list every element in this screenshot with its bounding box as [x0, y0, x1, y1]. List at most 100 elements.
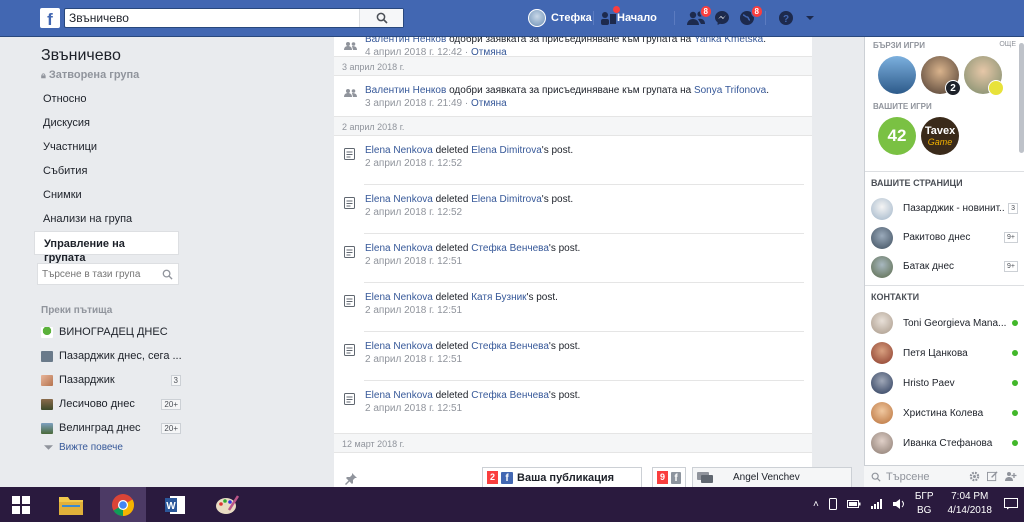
game-thumbnail[interactable] — [964, 56, 1004, 96]
nav-events[interactable]: Събития — [34, 159, 184, 183]
nav-insights[interactable]: Анализи на група — [34, 207, 184, 231]
word-icon: W — [165, 495, 185, 514]
facebook-icon: f — [501, 471, 514, 484]
target-link[interactable]: Elena Dimitrova — [471, 145, 542, 156]
nav-discussion[interactable]: Дискусия — [34, 111, 184, 135]
nav-manage-group[interactable]: Управление на групата — [34, 231, 179, 264]
game-thumbnail[interactable]: 2 — [921, 56, 961, 96]
actor-link[interactable]: Elena Nenkova — [365, 145, 433, 156]
facebook-notifications-tab[interactable]: 9 f — [652, 467, 686, 488]
contact-item[interactable]: Hristo Paev — [865, 368, 1024, 398]
count-badge: 9 — [657, 471, 669, 484]
shortcut-item[interactable]: Пазарджик 3 — [34, 368, 184, 392]
paint-button[interactable] — [204, 487, 250, 522]
scrollbar[interactable] — [1019, 43, 1024, 153]
more-games-link[interactable]: ОЩЕ — [999, 41, 1016, 52]
shortcut-item[interactable]: ВИНОГРАДЕЦ ДНЕС — [34, 320, 184, 344]
target-link[interactable]: Стефка Венчева — [471, 341, 549, 352]
game-thumbnail[interactable] — [878, 56, 916, 94]
shortcut-item[interactable]: Пазарджик днес, сега ... — [34, 344, 184, 368]
battery-icon[interactable] — [846, 500, 861, 508]
wifi-icon[interactable] — [870, 499, 883, 509]
chat-tab[interactable]: Angel Venchev — [692, 467, 852, 488]
notifications-globe-icon[interactable]: 8 — [737, 5, 763, 27]
target-link[interactable]: Sonya Trifonova — [694, 85, 766, 96]
settings-gear-icon[interactable] — [969, 471, 980, 482]
page-avatar — [871, 255, 893, 278]
facebook-logo-icon[interactable]: f — [40, 8, 60, 28]
nav-about[interactable]: Относно — [34, 87, 184, 111]
volume-icon[interactable] — [892, 499, 905, 509]
page-item[interactable]: Батак днес 9+ — [865, 252, 1024, 281]
page-item[interactable]: Ракитово днес 9+ — [865, 223, 1024, 252]
friend-requests-icon[interactable]: 8 — [686, 5, 712, 27]
log-entry: Elena Nenkova deleted Стефка Венчева's p… — [334, 332, 812, 380]
actor-link[interactable]: Elena Nenkova — [365, 390, 433, 401]
target-link[interactable]: Yanka Kmetska — [694, 37, 763, 45]
your-post-tab[interactable]: 2 f Ваша публикация — [482, 467, 642, 488]
shortcut-count-badge: 20+ — [161, 422, 181, 434]
create-group-icon[interactable] — [1005, 471, 1017, 482]
compose-icon[interactable] — [987, 471, 998, 482]
home-link[interactable]: Начало — [617, 12, 657, 24]
log-entry: Elena Nenkova deleted Стефка Венчева's p… — [334, 381, 812, 433]
group-name[interactable]: Звъничево — [41, 47, 184, 65]
actor-link[interactable]: Elena Nenkova — [365, 194, 433, 205]
target-link[interactable]: Elena Dimitrova — [471, 194, 542, 205]
language-indicator[interactable]: БГР BG — [915, 490, 934, 518]
start-button[interactable] — [0, 487, 42, 522]
target-link[interactable]: Стефка Венчева — [471, 243, 549, 254]
timestamp: 3 април 2018 г. 21:49 — [365, 98, 463, 109]
word-button[interactable]: W — [152, 487, 198, 522]
help-icon[interactable]: ? — [776, 9, 796, 27]
chat-search-bar[interactable]: Търсене — [864, 465, 1024, 487]
target-link[interactable]: Стефка Венчева — [471, 390, 549, 401]
search-icon[interactable] — [162, 269, 173, 280]
file-explorer-button[interactable] — [48, 487, 94, 522]
actor-link[interactable]: Валентин Ненков — [365, 85, 446, 96]
contact-item[interactable]: Toni Georgieva Mana... — [865, 308, 1024, 338]
group-search-input[interactable] — [38, 264, 153, 284]
search-icon — [376, 12, 388, 24]
groups-icon[interactable] — [598, 6, 620, 27]
pin-icon[interactable] — [345, 473, 357, 485]
chat-search-placeholder: Търсене — [886, 470, 930, 483]
chrome-button[interactable] — [100, 487, 146, 522]
avatar — [871, 342, 893, 364]
page-badge: 9+ — [1004, 232, 1018, 243]
contact-item[interactable]: Петя Цанкова — [865, 338, 1024, 368]
account-menu-chevron-down-icon[interactable] — [800, 9, 820, 27]
avatar — [871, 432, 893, 454]
tavex-game-icon[interactable]: Tavex Game — [921, 117, 959, 155]
search-input[interactable] — [65, 9, 365, 27]
clock[interactable]: 7:04 PM 4/14/2018 — [948, 490, 993, 518]
actor-link[interactable]: Elena Nenkova — [365, 292, 433, 303]
undo-link[interactable]: Отмяна — [471, 47, 507, 58]
chrome-icon — [112, 493, 134, 516]
messenger-icon[interactable] — [712, 9, 732, 27]
shortcut-item[interactable]: Велинград днес 20+ — [34, 416, 184, 440]
nav-members[interactable]: Участници — [34, 135, 184, 159]
nav-photos[interactable]: Снимки — [34, 183, 184, 207]
game-42-icon[interactable]: 42 — [878, 117, 916, 155]
chevron-up-icon[interactable]: ˄ — [813, 499, 819, 510]
page-item[interactable]: Пазарджик - новинит... 3 — [865, 194, 1024, 223]
undo-link[interactable]: Отмяна — [471, 98, 507, 109]
see-more-link[interactable]: Вижте повече — [34, 442, 184, 453]
friend-requests-badge: 8 — [699, 5, 712, 18]
actor-link[interactable]: Elena Nenkova — [365, 341, 433, 352]
notification-center-icon[interactable] — [1004, 498, 1018, 510]
post-icon — [344, 197, 358, 233]
search-icon — [871, 472, 881, 482]
search-button[interactable] — [359, 9, 403, 27]
actor-link[interactable]: Elena Nenkova — [365, 243, 433, 254]
profile-link[interactable]: Стефка — [528, 9, 592, 27]
group-photo-icon — [41, 398, 53, 410]
contact-item[interactable]: Иванка Стефанова — [865, 428, 1024, 458]
shortcut-item[interactable]: Лесичово днес 20+ — [34, 392, 184, 416]
admin-activity-log: Валентин Ненков одобри заявката за присъ… — [334, 37, 812, 487]
target-link[interactable]: Катя Бузник — [471, 292, 526, 303]
contact-item[interactable]: Христина Колева — [865, 398, 1024, 428]
actor-link[interactable]: Валентин Ненков — [365, 37, 446, 45]
device-icon[interactable] — [828, 498, 837, 510]
